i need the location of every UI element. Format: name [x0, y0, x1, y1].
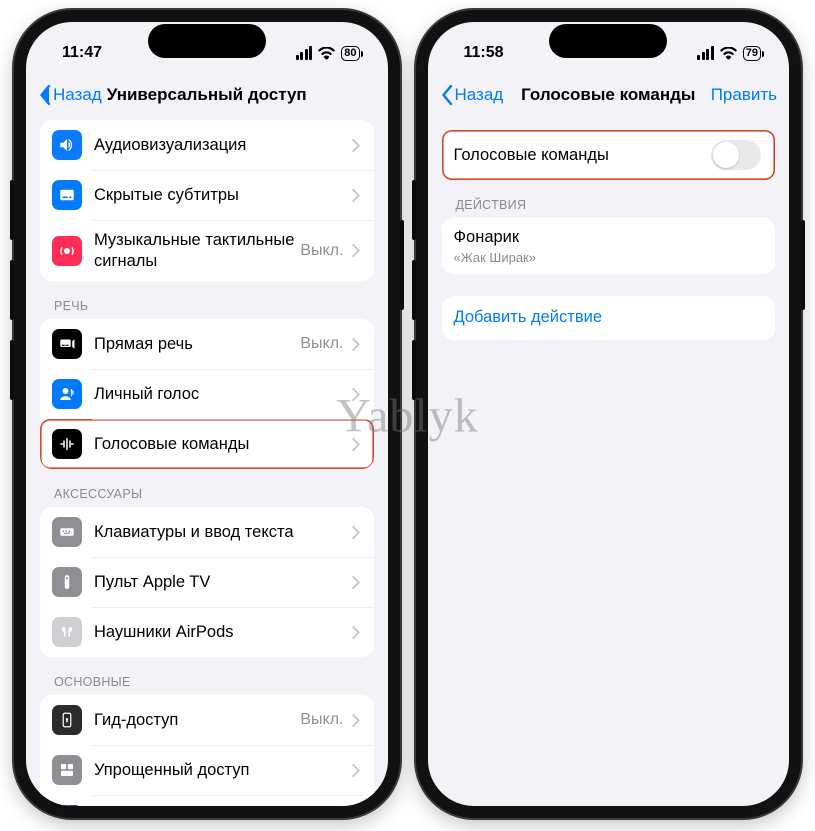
audio-vis-icon	[52, 130, 82, 160]
row-label: Музыкальные тактильные сигналы	[94, 230, 300, 271]
chevron-right-icon	[352, 626, 360, 639]
cellular-icon	[296, 46, 313, 60]
music-haptics-icon	[52, 236, 82, 266]
chevron-right-icon	[352, 139, 360, 152]
battery-indicator: 80	[341, 46, 359, 61]
row-action-flashlight[interactable]: Фонарик «Жак Ширак»	[442, 218, 776, 274]
row-keyboards[interactable]: Клавиатуры и ввод текста	[40, 507, 374, 557]
row-guided-access[interactable]: Гид-доступ Выкл.	[40, 695, 374, 745]
apple-tv-icon	[52, 567, 82, 597]
row-label: Наушники AirPods	[94, 622, 234, 643]
row-vocal-shortcuts[interactable]: Голосовые команды	[40, 419, 374, 469]
edit-button[interactable]: Править	[711, 85, 777, 105]
group-accessories: Клавиатуры и ввод текста Пульт Apple TV …	[40, 507, 374, 657]
airpods-icon	[52, 617, 82, 647]
group-top: Аудиовизуализация Скрытые субтитры Музык…	[40, 120, 374, 281]
group-toggle: Голосовые команды	[442, 130, 776, 180]
row-airpods[interactable]: Наушники AirPods	[40, 607, 374, 657]
row-label: Гид-доступ	[94, 710, 178, 731]
row-audio-visualization[interactable]: Аудиовизуализация	[40, 120, 374, 170]
section-header-accessories: АКСЕССУАРЫ	[40, 469, 374, 507]
row-live-speech[interactable]: Прямая речь Выкл.	[40, 319, 374, 369]
row-add-action[interactable]: Добавить действие	[442, 296, 776, 340]
row-subtitles[interactable]: Скрытые субтитры	[40, 170, 374, 220]
row-label: Голосовые команды	[454, 145, 609, 166]
phone-right: 11:58 79 Назад Голосовые команды Править	[416, 10, 802, 818]
group-general: Гид-доступ Выкл. Упрощенный доступ Siri	[40, 695, 374, 806]
section-header-general: ОСНОВНЫЕ	[40, 657, 374, 695]
screen-right: 11:58 79 Назад Голосовые команды Править	[428, 22, 790, 806]
row-label: Пульт Apple TV	[94, 572, 210, 593]
status-time: 11:47	[62, 44, 102, 62]
cellular-icon	[697, 46, 714, 60]
row-label: Упрощенный доступ	[94, 760, 249, 781]
row-music-haptics[interactable]: Музыкальные тактильные сигналы Выкл.	[40, 220, 374, 281]
row-vocal-shortcuts-toggle[interactable]: Голосовые команды	[442, 130, 776, 180]
wifi-icon	[720, 47, 737, 60]
dynamic-island	[549, 24, 667, 58]
row-sub: «Жак Ширак»	[454, 250, 536, 265]
chevron-right-icon	[352, 714, 360, 727]
status-indicators: 80	[296, 46, 360, 61]
back-button[interactable]: Назад	[38, 85, 102, 105]
phone-left: 11:47 80 Назад Универсальный доступ	[14, 10, 400, 818]
chevron-right-icon	[352, 526, 360, 539]
personal-voice-icon	[52, 379, 82, 409]
chevron-right-icon	[352, 189, 360, 202]
navbar: Назад Голосовые команды Править	[428, 74, 790, 116]
chevron-right-icon	[352, 244, 360, 257]
guided-access-icon	[52, 705, 82, 735]
toggle-switch[interactable]	[711, 140, 761, 170]
chevron-right-icon	[352, 388, 360, 401]
status-time: 11:58	[464, 44, 504, 62]
dynamic-island	[148, 24, 266, 58]
live-speech-icon	[52, 329, 82, 359]
siri-icon	[52, 805, 82, 806]
chevron-left-icon	[38, 85, 51, 105]
chevron-right-icon	[352, 338, 360, 351]
navbar: Назад Универсальный доступ	[26, 74, 388, 116]
chevron-right-icon	[352, 438, 360, 451]
row-label: Фонарик	[454, 227, 520, 248]
chevron-left-icon	[440, 85, 453, 105]
row-label: Прямая речь	[94, 334, 193, 355]
keyboard-icon	[52, 517, 82, 547]
group-add-action: Добавить действие	[442, 296, 776, 340]
row-label: Клавиатуры и ввод текста	[94, 522, 294, 543]
status-indicators: 79	[697, 46, 761, 61]
chevron-right-icon	[352, 764, 360, 777]
row-personal-voice[interactable]: Личный голос	[40, 369, 374, 419]
row-assistive-access[interactable]: Упрощенный доступ	[40, 745, 374, 795]
wifi-icon	[318, 47, 335, 60]
row-label: Личный голос	[94, 384, 199, 405]
row-label: Голосовые команды	[94, 434, 249, 455]
group-speech: Прямая речь Выкл. Личный голос Голосовые…	[40, 319, 374, 469]
vocal-shortcuts-icon	[52, 429, 82, 459]
row-label: Скрытые субтитры	[94, 185, 239, 206]
chevron-right-icon	[352, 576, 360, 589]
back-button[interactable]: Назад	[440, 85, 504, 105]
content[interactable]: Голосовые команды ДЕЙСТВИЯ Фонарик «Жак …	[428, 116, 790, 806]
row-label: Аудиовизуализация	[94, 135, 246, 156]
content[interactable]: Аудиовизуализация Скрытые субтитры Музык…	[26, 116, 388, 806]
group-actions: Фонарик «Жак Ширак»	[442, 218, 776, 274]
row-label: Добавить действие	[454, 307, 603, 328]
assistive-icon	[52, 755, 82, 785]
subtitles-icon	[52, 180, 82, 210]
row-siri[interactable]: Siri	[40, 795, 374, 806]
section-header-speech: РЕЧЬ	[40, 281, 374, 319]
screen-left: 11:47 80 Назад Универсальный доступ	[26, 22, 388, 806]
row-apple-tv-remote[interactable]: Пульт Apple TV	[40, 557, 374, 607]
battery-indicator: 79	[743, 46, 761, 61]
section-header-actions: ДЕЙСТВИЯ	[442, 180, 776, 218]
